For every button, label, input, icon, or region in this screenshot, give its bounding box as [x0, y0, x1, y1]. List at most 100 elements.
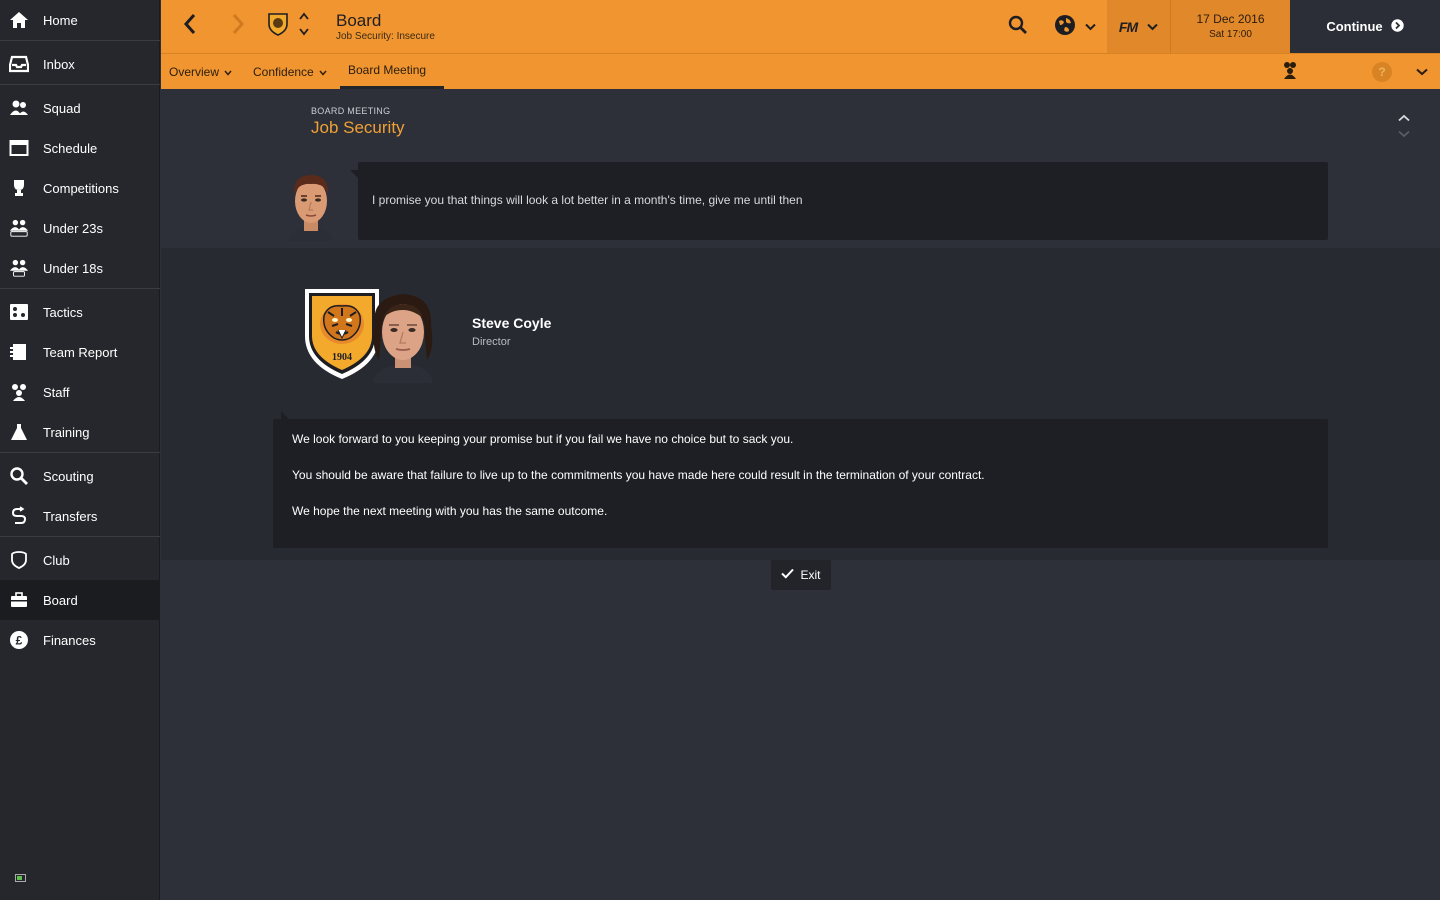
search-button[interactable]: [1005, 14, 1031, 40]
sidebar-item-board[interactable]: Board: [0, 580, 160, 620]
tab-board-meeting[interactable]: Board Meeting: [340, 54, 444, 89]
chevron-down-icon: [224, 65, 232, 79]
people-icon: [1281, 61, 1299, 84]
tactics-icon: [9, 302, 29, 322]
section-label: BOARD MEETING: [311, 106, 391, 116]
crest-year: 1904: [332, 352, 352, 363]
director-name: Steve Coyle: [472, 315, 552, 331]
more-options-button[interactable]: [1412, 62, 1432, 82]
sidebar-item-competitions[interactable]: Competitions: [0, 168, 160, 208]
chevron-left-icon: [183, 13, 197, 40]
sidebar-item-label: Inbox: [43, 56, 75, 72]
forward-button[interactable]: [225, 13, 251, 39]
section-title: Job Security: [311, 118, 405, 137]
date-display[interactable]: 17 Dec 2016 Sat 17:00: [1170, 0, 1290, 53]
svg-text:£: £: [16, 634, 23, 648]
calendar-icon: [9, 138, 29, 158]
sidebar-item-inbox[interactable]: Inbox: [0, 44, 160, 84]
staff-icon: [9, 382, 29, 402]
pound-icon: £: [9, 630, 29, 650]
club-switcher-button[interactable]: [297, 12, 311, 40]
chevron-updown-icon: [298, 11, 310, 42]
current-date: 17 Dec 2016: [1196, 12, 1265, 26]
sidebar-item-label: Home: [43, 12, 78, 28]
sidebar-item-label: Club: [43, 552, 70, 568]
search-icon: [1008, 15, 1028, 40]
sidebar-item-label: Board: [43, 592, 78, 608]
sidebar-item-schedule[interactable]: Schedule: [0, 128, 160, 168]
sidebar-item-tactics[interactable]: Tactics: [0, 292, 160, 332]
chevron-down-icon: [1147, 18, 1158, 36]
u18-icon: [9, 258, 29, 278]
sidebar-item-scouting[interactable]: Scouting: [0, 456, 160, 496]
club-crest-icon: [267, 12, 289, 41]
main-content: BOARD MEETING Job Security I promise you…: [161, 89, 1440, 900]
director-avatar: [369, 288, 437, 383]
sidebar-item-finances[interactable]: £ Finances: [0, 620, 160, 660]
sidebar-item-label: Competitions: [43, 180, 119, 196]
squad-icon: [9, 98, 29, 118]
sidebar-item-under-18s[interactable]: Under 18s: [0, 248, 160, 288]
help-button[interactable]: ?: [1372, 62, 1392, 82]
director-response: We look forward to you keeping your prom…: [292, 432, 794, 446]
exit-label: Exit: [800, 568, 821, 582]
staff-people-button[interactable]: [1279, 61, 1301, 84]
sidebar-item-club[interactable]: Club: [0, 540, 160, 580]
sidebar-item-staff[interactable]: Staff: [0, 372, 160, 412]
club-shield-icon: [9, 550, 29, 570]
sidebar-item-home[interactable]: Home: [0, 0, 160, 40]
tab-overview[interactable]: Overview: [169, 54, 232, 89]
continue-button[interactable]: Continue: [1290, 0, 1440, 53]
inbox-icon: [9, 54, 29, 74]
transfers-icon: [9, 506, 29, 526]
briefcase-icon: [9, 590, 29, 610]
sidebar-item-training[interactable]: Training: [0, 412, 160, 452]
manager-avatar: [285, 169, 337, 241]
report-icon: [9, 342, 29, 362]
sidebar-item-label: Under 23s: [43, 220, 103, 236]
tab-confidence[interactable]: Confidence: [253, 54, 327, 89]
sidebar-item-label: Staff: [43, 384, 70, 400]
fm-logo: FM: [1118, 18, 1138, 35]
status-indicator-icon[interactable]: [15, 869, 26, 882]
fm-menu-button[interactable]: FM: [1107, 0, 1170, 53]
current-time: Sat 17:00: [1209, 29, 1252, 40]
sidebar-item-squad[interactable]: Squad: [0, 88, 160, 128]
chevron-down-icon: [1416, 63, 1428, 81]
director-role: Director: [472, 336, 511, 348]
manager-speech-bubble: I promise you that things will look a lo…: [350, 162, 1328, 240]
page-subtitle: Job Security: Insecure: [336, 31, 435, 42]
scroll-arrows[interactable]: [1395, 107, 1413, 138]
tab-label: Confidence: [253, 64, 314, 79]
chevron-down-icon[interactable]: [1398, 125, 1410, 143]
u23-icon: [9, 218, 29, 238]
sidebar-item-team-report[interactable]: Team Report: [0, 332, 160, 372]
exit-button[interactable]: Exit: [771, 560, 831, 590]
director-speech-bubble: We look forward to you keeping your prom…: [273, 411, 1328, 548]
top-bar: Board Job Security: Insecure FM 17 Dec 2…: [161, 0, 1440, 53]
chevron-down-icon: [1084, 18, 1096, 36]
director-response: You should be aware that failure to live…: [292, 468, 985, 482]
tab-label: Board Meeting: [348, 63, 427, 77]
sidebar-item-label: Team Report: [43, 344, 118, 360]
world-menu-button[interactable]: [1049, 14, 1099, 40]
chevron-down-icon: [319, 65, 327, 79]
sidebar: Home Inbox Squad Schedule Competitions U…: [0, 0, 160, 900]
continue-label: Continue: [1326, 19, 1383, 34]
sidebar-item-label: Finances: [43, 632, 96, 648]
arrow-circle-right-icon: [1390, 18, 1404, 35]
sidebar-item-label: Schedule: [43, 140, 98, 156]
director-response: We hope the next meeting with you has th…: [292, 504, 608, 518]
back-button[interactable]: [177, 13, 203, 39]
training-icon: [9, 422, 29, 442]
home-icon: [9, 10, 29, 30]
sidebar-item-under-23s[interactable]: Under 23s: [0, 208, 160, 248]
help-label: ?: [1378, 65, 1386, 79]
sidebar-item-transfers[interactable]: Transfers: [0, 496, 160, 536]
globe-icon: [1053, 13, 1077, 42]
sidebar-item-label: Tactics: [43, 304, 83, 320]
chevron-right-icon: [231, 13, 245, 40]
club-badge-button[interactable]: [266, 12, 290, 41]
page-title: Board: [336, 11, 382, 30]
trophy-icon: [9, 178, 29, 198]
